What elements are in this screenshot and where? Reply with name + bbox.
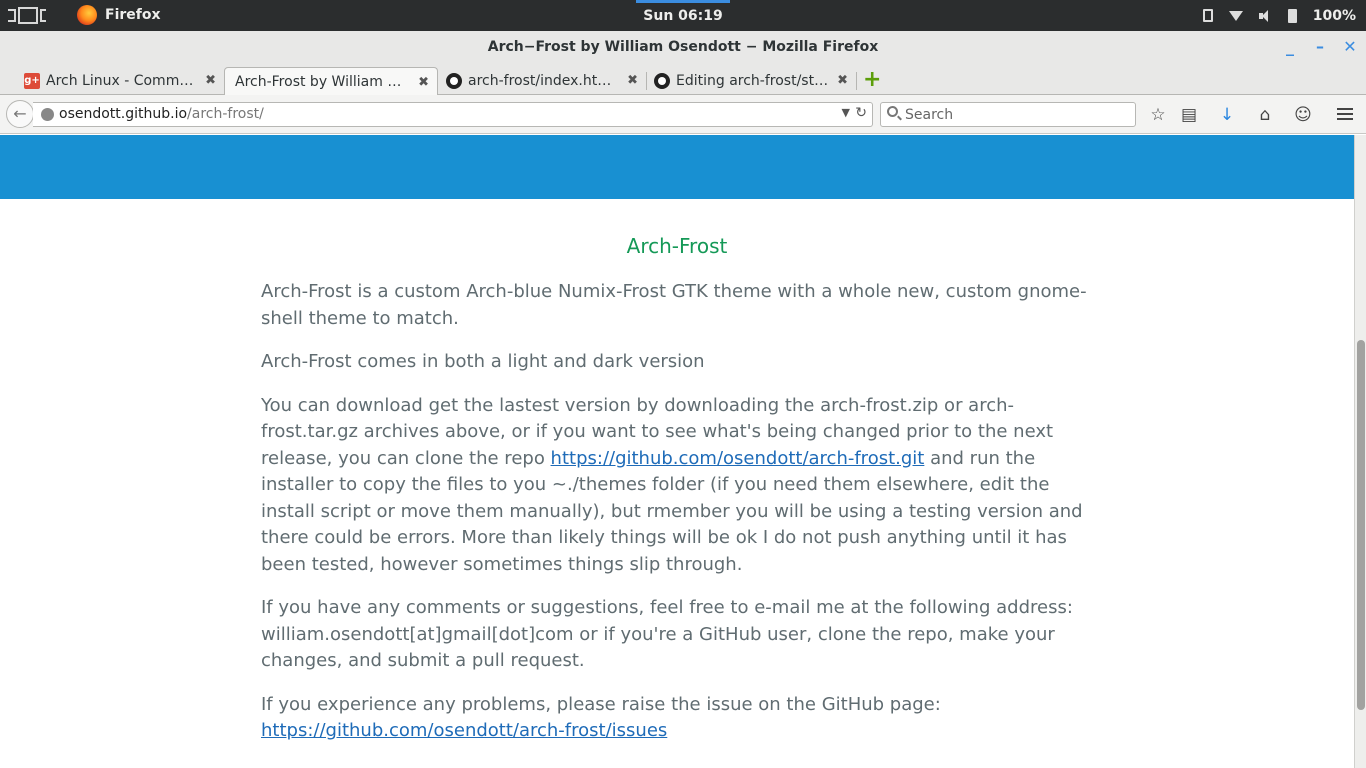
github-icon	[654, 72, 670, 89]
repo-link[interactable]: https://github.com/osendott/arch-frost.g…	[551, 448, 925, 469]
site-identity-icon[interactable]	[41, 108, 54, 121]
gnome-top-bar: Firefox Sun 06:19 100%	[0, 0, 1366, 31]
tab-editing-style[interactable]: Editing arch-frost/sty... ✖	[646, 66, 857, 95]
window-title: Arch−Frost by William Osendott − Mozilla…	[487, 39, 879, 55]
hamburger-menu-icon[interactable]	[1334, 105, 1356, 127]
downloads-icon[interactable]: ↓	[1216, 104, 1238, 126]
maximize-button[interactable]: –	[1310, 37, 1330, 57]
github-icon	[446, 72, 462, 89]
firefox-icon	[77, 5, 97, 25]
navigation-bar: ← osendott.github.io/arch-frost/ ▼ ↻ ☆ ▤…	[0, 95, 1366, 134]
history-dropdown-icon[interactable]: ▼	[842, 106, 850, 119]
page-viewport: Arch-Frost Arch-Frost is a custom Arch-b…	[0, 135, 1354, 768]
paragraph-intro: Arch-Frost is a custom Arch-blue Numix-F…	[261, 281, 1087, 329]
close-tab-icon[interactable]: ✖	[837, 73, 848, 88]
tab-bar: g+ Arch Linux - Commun... ✖ Arch-Frost b…	[0, 64, 1366, 96]
paragraph-download: You can download get the lastest version…	[261, 393, 1093, 579]
tab-arch-frost[interactable]: Arch-Frost by William Os... ✖	[224, 67, 438, 96]
url-text[interactable]: osendott.github.io/arch-frost/	[59, 106, 264, 122]
url-bar[interactable]: osendott.github.io/arch-frost/ ▼ ↻	[33, 102, 873, 127]
tab-index-html[interactable]: arch-frost/index.html... ✖	[438, 66, 647, 95]
battery-percent: 100%	[1312, 7, 1356, 24]
scrollbar-thumb[interactable]	[1357, 340, 1365, 710]
bookmarks-list-icon[interactable]: ▤	[1178, 104, 1200, 126]
app-menu[interactable]: Firefox	[77, 5, 161, 25]
issues-text: If you experience any problems, please r…	[261, 693, 941, 715]
page-heading: Arch-Frost	[626, 234, 728, 258]
search-bar[interactable]	[880, 102, 1136, 127]
home-icon[interactable]: ⌂	[1254, 104, 1276, 126]
hello-chat-icon[interactable]: ☺	[1292, 104, 1314, 126]
page-header-banner	[0, 135, 1354, 199]
paragraph-contact: If you have any comments or suggestions,…	[261, 597, 1073, 671]
close-tab-icon[interactable]: ✖	[418, 75, 429, 90]
issues-link[interactable]: https://github.com/osendott/arch-frost/i…	[261, 720, 667, 741]
clipboard-icon[interactable]	[1202, 9, 1213, 22]
google-plus-icon: g+	[24, 72, 40, 89]
paragraph-versions: Arch-Frost comes in both a light and dar…	[261, 351, 705, 372]
tab-label: Editing arch-frost/sty...	[676, 72, 832, 89]
tab-label: arch-frost/index.html...	[468, 72, 622, 89]
window-titlebar: Arch−Frost by William Osendott − Mozilla…	[0, 31, 1366, 64]
minimize-button[interactable]: _	[1280, 37, 1300, 57]
new-tab-button[interactable]: +	[863, 69, 881, 91]
close-tab-icon[interactable]: ✖	[627, 73, 638, 88]
wifi-icon[interactable]	[1228, 10, 1243, 21]
tab-label: Arch Linux - Commun...	[46, 72, 200, 89]
system-tray[interactable]: 100%	[1202, 0, 1356, 31]
battery-icon[interactable]	[1287, 8, 1297, 23]
tab-label: Arch-Frost by William Os...	[235, 74, 413, 90]
main-content: Arch-Frost Arch-Frost is a custom Arch-b…	[261, 231, 1093, 768]
paragraph-issues: If you experience any problems, please r…	[261, 692, 1093, 745]
close-tab-icon[interactable]: ✖	[205, 73, 216, 88]
clock[interactable]: Sun 06:19	[636, 0, 730, 31]
app-name: Firefox	[105, 7, 161, 23]
url-path: /arch-frost/	[187, 106, 264, 122]
volume-icon[interactable]	[1258, 9, 1272, 22]
activities-icon[interactable]	[8, 7, 46, 24]
search-input[interactable]	[905, 105, 1125, 124]
search-icon	[887, 106, 898, 117]
url-host: osendott.github.io	[59, 106, 188, 122]
bookmark-star-icon[interactable]: ☆	[1147, 104, 1169, 126]
close-window-button[interactable]: ✕	[1340, 37, 1360, 57]
tab-arch-linux[interactable]: g+ Arch Linux - Commun... ✖	[16, 66, 225, 95]
reload-icon[interactable]: ↻	[855, 105, 867, 121]
vertical-scrollbar[interactable]	[1354, 135, 1366, 768]
back-button[interactable]: ←	[6, 100, 34, 128]
